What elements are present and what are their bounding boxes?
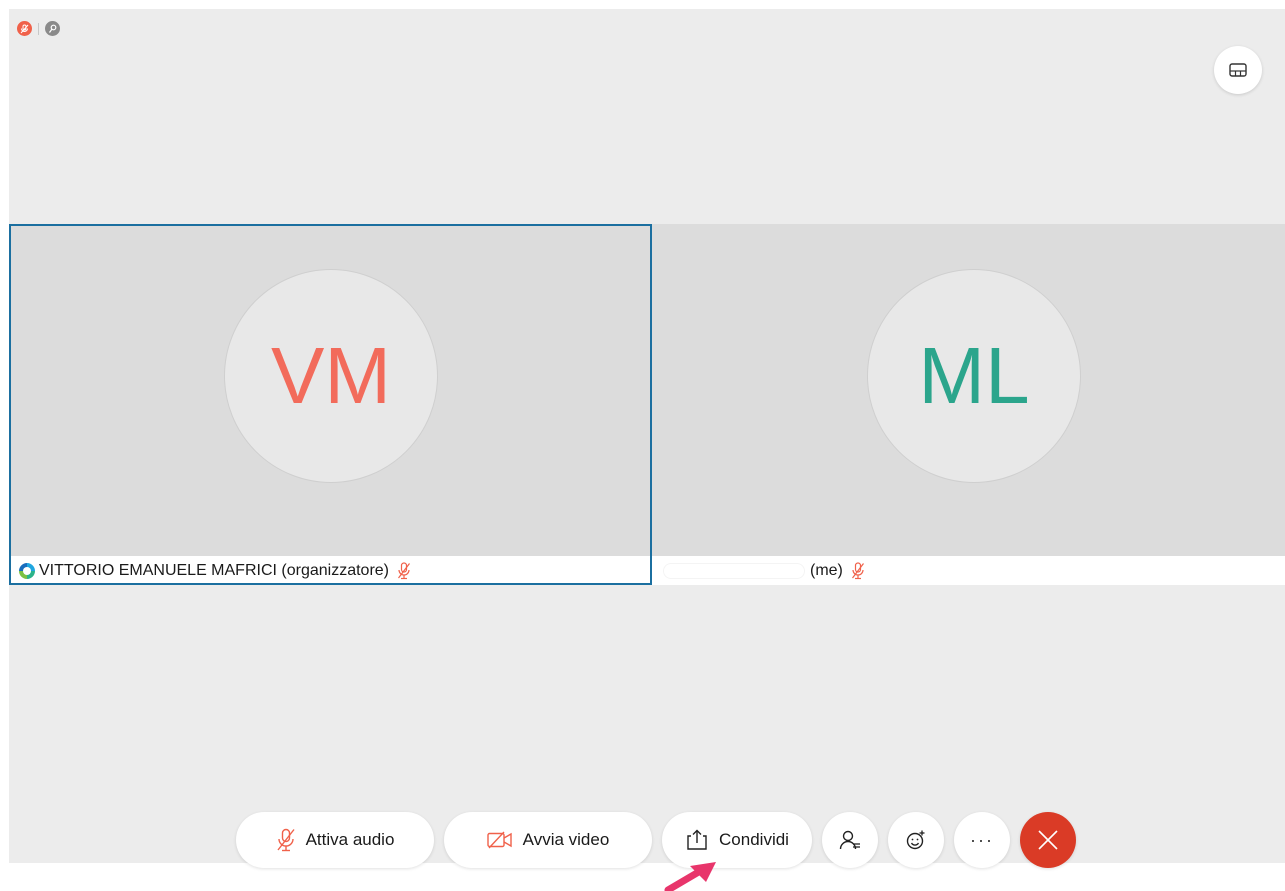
start-video-label: Avvia video (522, 830, 610, 849)
participant-name: VITTORIO EMANUELE MAFRICI (organizzatore… (39, 561, 389, 579)
participant-tile-organizer[interactable]: VM VITTORIO EMANUELE MAFRICI (organizzat… (9, 224, 652, 585)
participant-name: (me) (810, 561, 843, 579)
smiley-icon (906, 830, 925, 850)
top-status-indicators (17, 21, 60, 36)
participants-button[interactable] (822, 812, 878, 868)
lock-icon[interactable] (45, 21, 60, 36)
start-video-button[interactable]: Avvia video (444, 812, 652, 868)
more-options-button[interactable]: ··· (954, 812, 1010, 868)
webex-presence-icon (19, 562, 35, 579)
muted-status-icon[interactable] (17, 21, 32, 36)
leave-meeting-button[interactable] (1020, 812, 1076, 868)
unmute-audio-label: Attiva audio (305, 830, 395, 849)
share-label: Condividi (719, 830, 789, 849)
status-divider (38, 22, 39, 35)
layout-toggle-button[interactable] (1214, 46, 1262, 94)
layout-icon (1229, 63, 1247, 77)
more-options-icon: ··· (970, 829, 994, 850)
muted-mic-icon (397, 561, 411, 580)
unmute-audio-button[interactable]: Attiva audio (236, 812, 434, 868)
share-upload-icon (687, 829, 707, 850)
annotation-arrow-icon (664, 862, 716, 891)
meeting-stage: VM VITTORIO EMANUELE MAFRICI (organizzat… (9, 9, 1285, 868)
participant-name-bar: VITTORIO EMANUELE MAFRICI (organizzatore… (9, 556, 652, 585)
redacted-name (664, 563, 804, 578)
participants-icon (839, 830, 860, 850)
avatar: VM (224, 269, 438, 483)
participant-name-bar: (me) (652, 556, 1285, 585)
avatar: ML (867, 269, 1081, 483)
muted-mic-icon (277, 828, 295, 852)
close-icon (1038, 830, 1058, 850)
video-off-icon (486, 831, 512, 849)
participant-tile-me[interactable]: ML (me) (652, 224, 1285, 585)
reactions-button[interactable] (888, 812, 944, 868)
muted-mic-icon (851, 561, 865, 580)
